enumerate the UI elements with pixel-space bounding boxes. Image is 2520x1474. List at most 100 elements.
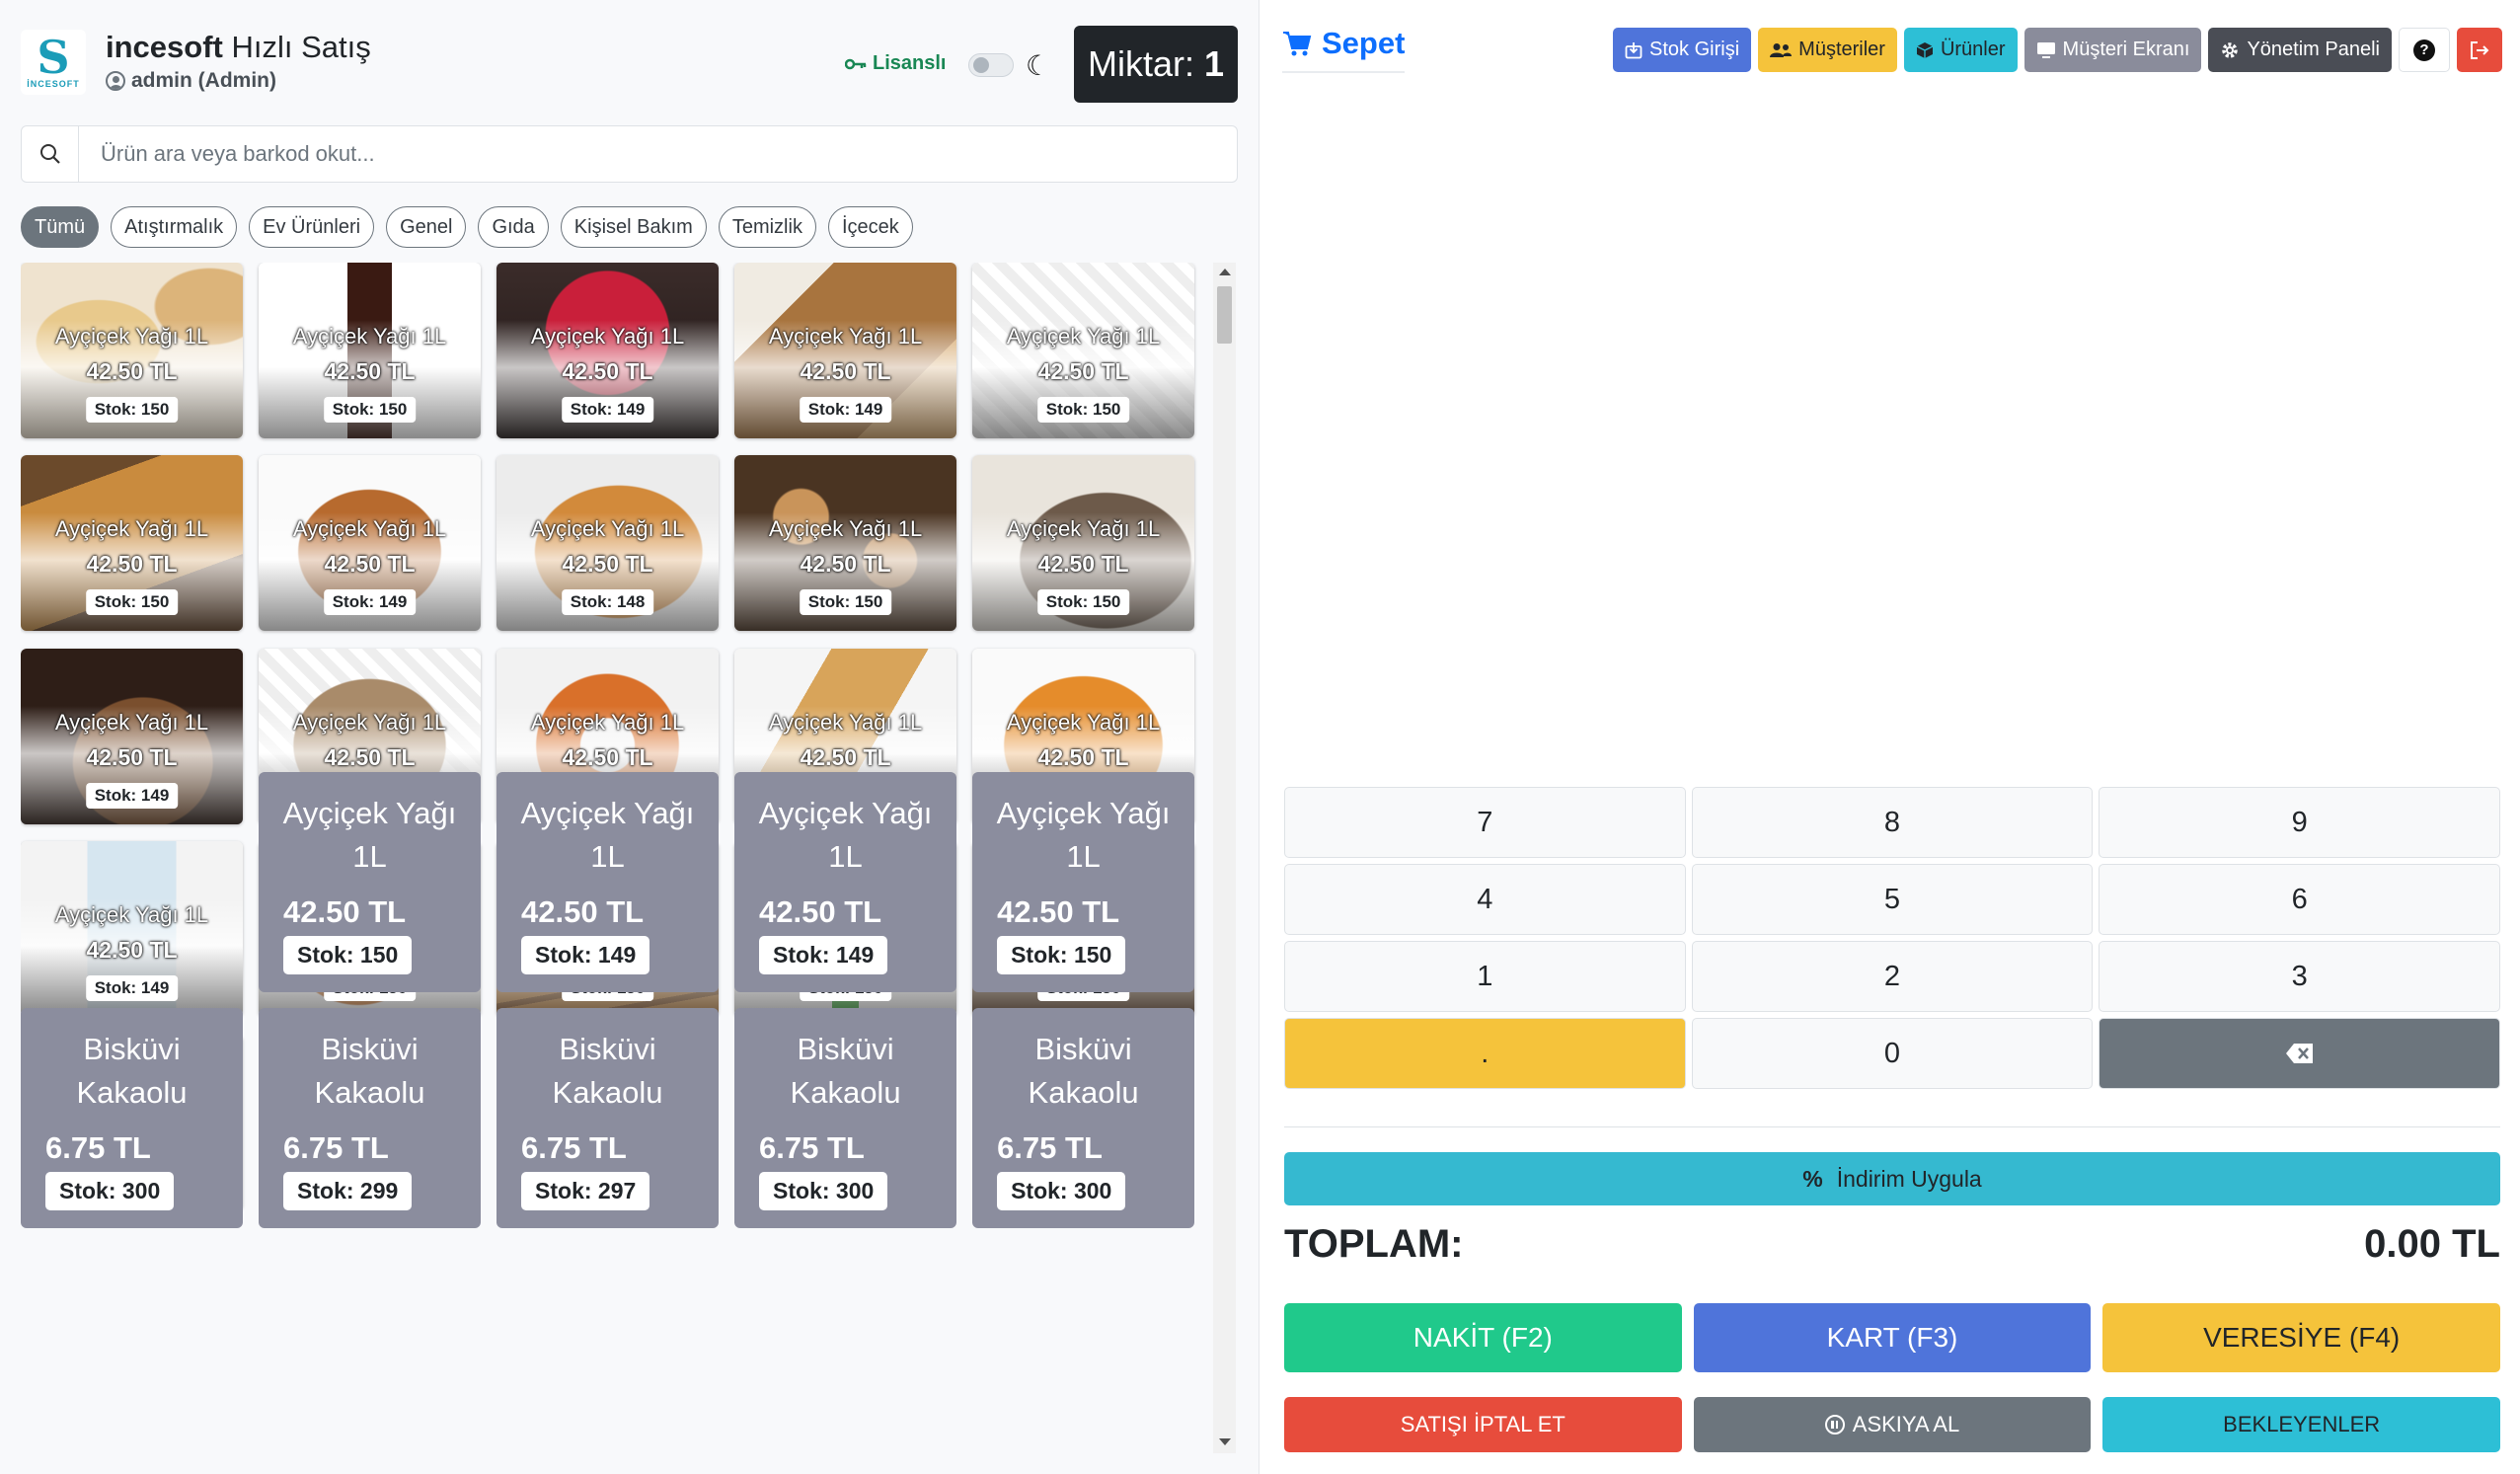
keypad-key-5[interactable]: 5 (1691, 864, 2094, 935)
product-card[interactable]: Bisküvi Kakaolu 6.75 TL Stok: 297 (496, 1008, 720, 1228)
product-card[interactable]: Ayçiçek Yağı 1L 42.50 TL Stok: 150 (259, 263, 482, 438)
product-card[interactable]: Bisküvi Kakaolu 6.75 TL Stok: 300 (972, 1008, 1195, 1228)
backspace-icon (2285, 1044, 2313, 1063)
product-price: 42.50 TL (997, 894, 1120, 929)
keypad-key-7[interactable]: 7 (1284, 787, 1686, 858)
product-name: Ayçiçek Yağı 1L (520, 796, 695, 874)
product-price: 6.75 TL (759, 1130, 865, 1165)
license-status: Lisanslı (845, 52, 946, 75)
cancel-sale-label: SATIŞI İPTAL ET (1400, 1412, 1565, 1436)
category-filter-2[interactable]: Ev Ürünleri (249, 206, 375, 248)
product-card[interactable]: Ayçiçek Yağı 1L 42.50 TL Stok: 150 (259, 772, 482, 992)
product-stock-badge: Stok: 300 (45, 1172, 175, 1210)
category-filter-4[interactable]: Gıda (478, 206, 549, 248)
users-icon (1770, 42, 1793, 57)
product-card[interactable]: Ayçiçek Yağı 1L 42.50 TL Stok: 150 (972, 772, 1195, 992)
product-card[interactable]: Ayçiçek Yağı 1L 42.50 TL Stok: 150 (21, 263, 243, 438)
product-stock-badge: Stok: 149 (521, 936, 650, 974)
product-price: 6.75 TL (997, 1130, 1103, 1165)
keypad-key-4[interactable]: 4 (1284, 864, 1686, 935)
product-stock-badge: Stok: 150 (997, 936, 1126, 974)
apply-discount-button[interactable]: % İndirim Uygula (1284, 1152, 2500, 1205)
waiting-sales-button[interactable]: BEKLEYENLER (2102, 1397, 2500, 1452)
product-card[interactable]: Ayçiçek Yağı 1L 42.50 TL Stok: 149 (734, 263, 957, 438)
product-grid-scrollbar[interactable] (1213, 263, 1236, 1453)
product-name: Ayçiçek Yağı 1L (54, 902, 209, 928)
keypad-key-2[interactable]: 2 (1691, 941, 2094, 1012)
product-price: 42.50 TL (324, 743, 416, 770)
credit-payment-button[interactable]: VERESİYE (F4) (2102, 1303, 2500, 1372)
scroll-up-arrow-icon[interactable] (1219, 269, 1231, 275)
product-card[interactable]: Bisküvi Kakaolu 6.75 TL Stok: 299 (259, 1008, 482, 1228)
keypad-backspace-button[interactable] (2099, 1018, 2500, 1089)
product-card[interactable]: Ayçiçek Yağı 1L 42.50 TL Stok: 149 (259, 455, 482, 632)
product-name: Ayçiçek Yağı 1L (996, 796, 1171, 874)
hold-sale-button[interactable]: ASKIYA AL (1693, 1397, 2092, 1452)
product-card[interactable]: Ayçiçek Yağı 1L 42.50 TL Stok: 150 (972, 263, 1195, 438)
cash-payment-button[interactable]: NAKİT (F2) (1284, 1303, 1682, 1372)
total-value: 0.00 TL (2364, 1222, 2500, 1266)
category-filters: Tümü Atıştırmalık Ev Ürünleri Genel Gıda Kişi… (21, 206, 913, 248)
category-filter-0[interactable]: Tümü (21, 206, 100, 248)
product-price: 42.50 TL (562, 743, 653, 770)
category-filter-3[interactable]: Genel (386, 206, 467, 248)
moon-icon[interactable]: ☾ (1026, 49, 1050, 82)
customers-button[interactable]: Müşteriler (1758, 28, 1897, 72)
app-brand: incesoft (106, 30, 223, 64)
product-price: 42.50 TL (562, 358, 653, 384)
product-card[interactable]: Ayçiçek Yağı 1L 42.50 TL Stok: 149 (734, 772, 957, 992)
product-card[interactable]: Ayçiçek Yağı 1L 42.50 TL Stok: 148 (496, 455, 720, 632)
product-stock-badge: Stok: 150 (1036, 397, 1130, 423)
dark-mode-toggle[interactable] (968, 53, 1014, 77)
customer-screen-label: Müşteri Ekranı (2062, 39, 2190, 60)
keypad-key-0[interactable]: 0 (1691, 1018, 2094, 1089)
product-stock-badge: Stok: 149 (323, 589, 417, 616)
keypad-key-8[interactable]: 8 (1691, 787, 2094, 858)
keypad-key-3[interactable]: 3 (2099, 941, 2500, 1012)
card-payment-button[interactable]: KART (F3) (1693, 1303, 2092, 1372)
scroll-thumb[interactable] (1217, 286, 1232, 344)
product-stock-badge: Stok: 300 (997, 1172, 1126, 1210)
product-card[interactable]: Bisküvi Kakaolu 6.75 TL Stok: 300 (734, 1008, 957, 1228)
product-price: 42.50 TL (283, 894, 407, 929)
stock-entry-button[interactable]: Stok Girişi (1613, 28, 1752, 72)
product-card[interactable]: Ayçiçek Yağı 1L 42.50 TL Stok: 150 (972, 455, 1195, 632)
product-name: Ayçiçek Yağı 1L (54, 709, 209, 735)
product-card[interactable]: Ayçiçek Yağı 1L 42.50 TL Stok: 149 (496, 263, 720, 438)
product-name: Ayçiçek Yağı 1L (54, 516, 209, 542)
product-card[interactable]: Ayçiçek Yağı 1L 42.50 TL Stok: 150 (734, 455, 957, 632)
category-filter-1[interactable]: Atıştırmalık (111, 206, 238, 248)
product-name: Ayçiçek Yağı 1L (530, 324, 685, 349)
keypad-key-9[interactable]: 9 (2099, 787, 2500, 858)
product-name: Ayçiçek Yağı 1L (768, 709, 923, 735)
cart-title-label: Sepet (1322, 26, 1406, 60)
product-card[interactable]: Ayçiçek Yağı 1L 42.50 TL Stok: 150 (21, 455, 243, 632)
keypad-key-decimal[interactable]: . (1284, 1018, 1686, 1089)
product-name: Bisküvi Kakaolu (552, 1032, 663, 1110)
key-icon (845, 58, 867, 69)
product-name: Ayçiçek Yağı 1L (768, 324, 923, 349)
percent-icon: % (1802, 1165, 1823, 1192)
keypad-key-1[interactable]: 1 (1284, 941, 1686, 1012)
help-button[interactable]: ? (2399, 28, 2450, 72)
category-filter-7[interactable]: İçecek (827, 206, 913, 248)
scroll-down-arrow-icon[interactable] (1219, 1438, 1231, 1445)
product-card[interactable]: Ayçiçek Yağı 1L 42.50 TL Stok: 149 (21, 648, 243, 824)
customer-screen-button[interactable]: Müşteri Ekranı (2024, 28, 2202, 72)
cancel-sale-button[interactable]: SATIŞI İPTAL ET (1284, 1397, 1682, 1452)
product-card[interactable]: Ayçiçek Yağı 1L 42.50 TL Stok: 149 (21, 841, 243, 1018)
product-card[interactable]: Ayçiçek Yağı 1L 42.50 TL Stok: 149 (496, 772, 720, 992)
product-search-input[interactable] (79, 141, 1214, 167)
admin-panel-button[interactable]: Yönetim Paneli (2208, 28, 2392, 72)
product-stock-badge: Stok: 149 (561, 397, 654, 423)
category-filter-6[interactable]: Temizlik (718, 206, 816, 248)
product-price: 6.75 TL (521, 1130, 627, 1165)
box-icon (1916, 41, 1934, 58)
product-name: Ayçiçek Yağı 1L (758, 796, 933, 874)
category-filter-5[interactable]: Kişisel Bakım (560, 206, 707, 248)
logo-text: İNCESOFT (27, 79, 80, 89)
product-card[interactable]: Bisküvi Kakaolu 6.75 TL Stok: 300 (21, 1008, 243, 1228)
products-button[interactable]: Ürünler (1903, 28, 2018, 72)
keypad-key-6[interactable]: 6 (2099, 864, 2500, 935)
logout-button[interactable] (2457, 28, 2502, 72)
